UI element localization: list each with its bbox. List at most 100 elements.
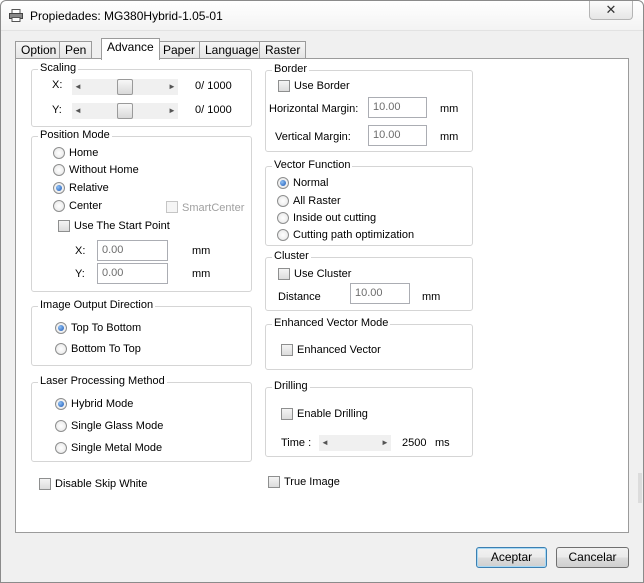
printer-icon: [9, 9, 23, 22]
radio-normal-label: Normal: [293, 177, 329, 189]
radio-cutting-path-optimization-label: Cutting path optimization: [293, 229, 415, 241]
start-y-label: Y:: [75, 268, 85, 280]
radio-all-raster-label: All Raster: [293, 195, 341, 207]
radio-home[interactable]: [53, 147, 65, 159]
use-start-point-checkbox[interactable]: [58, 220, 70, 232]
disable-skip-white-label: Disable Skip White: [55, 478, 148, 490]
radio-relative-label: Relative: [69, 182, 109, 194]
scaling-y-value: 0/ 1000: [195, 104, 232, 116]
use-border-checkbox[interactable]: [278, 80, 290, 92]
title-bar: Propiedades: MG380Hybrid-1.05-01 ✕: [1, 1, 643, 31]
position-mode-group: Position Mode Home Without Home Relative…: [31, 129, 252, 292]
time-label: Time :: [281, 437, 312, 449]
radio-all-raster[interactable]: [277, 195, 289, 207]
advance-panel: Scaling X: ◄ ► 0/ 1000 Y: ◄ ► 0/ 1000 Po…: [15, 58, 629, 533]
disable-skip-white-checkbox[interactable]: [39, 478, 51, 490]
enable-drilling-checkbox[interactable]: [281, 408, 293, 420]
start-x-label: X:: [75, 245, 86, 257]
slider-thumb[interactable]: [117, 79, 133, 95]
radio-single-metal-mode-label: Single Metal Mode: [71, 442, 163, 454]
radio-single-glass-mode[interactable]: [55, 420, 67, 432]
radio-relative[interactable]: [53, 182, 65, 194]
radio-inside-out-cutting-label: Inside out cutting: [293, 212, 377, 224]
properties-dialog: Propiedades: MG380Hybrid-1.05-01 ✕ Optio…: [0, 0, 644, 583]
enable-drilling-label: Enable Drilling: [297, 408, 368, 420]
radio-top-to-bottom[interactable]: [55, 322, 67, 334]
slider-thumb[interactable]: [117, 103, 133, 119]
scaling-legend: Scaling: [38, 62, 79, 74]
slider-left-arrow-icon[interactable]: ◄: [319, 435, 331, 451]
vertical-margin-unit: mm: [440, 131, 459, 143]
image-output-legend: Image Output Direction: [38, 299, 156, 311]
scaling-x-label: X:: [52, 79, 63, 91]
slider-left-arrow-icon[interactable]: ◄: [72, 79, 84, 95]
enhanced-vector-legend: Enhanced Vector Mode: [272, 317, 391, 329]
scaling-group: Scaling X: ◄ ► 0/ 1000 Y: ◄ ► 0/ 1000: [31, 62, 252, 127]
border-legend: Border: [272, 63, 310, 75]
time-value: 2500: [402, 437, 427, 449]
use-start-point-label: Use The Start Point: [74, 220, 170, 232]
distance-input[interactable]: 10.00: [350, 283, 410, 304]
resize-grip[interactable]: [638, 473, 642, 503]
window-title: Propiedades: MG380Hybrid-1.05-01: [30, 9, 223, 23]
slider-right-arrow-icon[interactable]: ►: [166, 79, 178, 95]
vertical-margin-input[interactable]: 10.00: [368, 125, 427, 146]
time-slider[interactable]: ◄ ►: [319, 435, 391, 451]
cluster-group: Cluster Use Cluster Distance 10.00 mm: [265, 250, 473, 311]
radio-normal[interactable]: [277, 177, 289, 189]
drilling-group: Drilling Enable Drilling Time : ◄ ► 2500…: [265, 380, 473, 457]
horizontal-margin-input[interactable]: 10.00: [368, 97, 427, 118]
border-group: Border Use Border Horizontal Margin: 10.…: [265, 63, 473, 152]
enhanced-vector-label: Enhanced Vector: [297, 344, 381, 356]
vertical-margin-label: Vertical Margin:: [275, 131, 351, 143]
start-x-input[interactable]: 0.00: [97, 240, 168, 261]
enhanced-vector-group: Enhanced Vector Mode Enhanced Vector: [265, 317, 473, 370]
scaling-x-slider[interactable]: ◄ ►: [72, 79, 178, 95]
start-x-unit: mm: [192, 245, 211, 257]
radio-cutting-path-optimization[interactable]: [277, 229, 289, 241]
distance-label: Distance: [278, 291, 321, 303]
vector-function-legend: Vector Function: [272, 159, 353, 171]
true-image-checkbox[interactable]: [268, 476, 280, 488]
scaling-y-label: Y:: [52, 104, 62, 116]
use-cluster-checkbox[interactable]: [278, 268, 290, 280]
laser-processing-legend: Laser Processing Method: [38, 375, 167, 387]
distance-unit: mm: [422, 291, 441, 303]
radio-center[interactable]: [53, 200, 65, 212]
close-button[interactable]: ✕: [589, 1, 633, 20]
use-border-label: Use Border: [294, 80, 350, 92]
start-y-unit: mm: [192, 268, 211, 280]
use-cluster-label: Use Cluster: [294, 268, 352, 280]
radio-bottom-to-top-label: Bottom To Top: [71, 343, 141, 355]
drilling-legend: Drilling: [272, 380, 310, 392]
radio-center-label: Center: [69, 200, 103, 212]
smart-center-checkbox: [166, 201, 178, 213]
cancel-button[interactable]: Cancelar: [556, 547, 629, 568]
time-unit: ms: [435, 437, 450, 449]
tab-advance[interactable]: Advance: [101, 38, 160, 60]
image-output-group: Image Output Direction Top To Bottom Bot…: [31, 299, 252, 366]
horizontal-margin-unit: mm: [440, 103, 459, 115]
scaling-y-slider[interactable]: ◄ ►: [72, 103, 178, 119]
radio-without-home-label: Without Home: [69, 164, 139, 176]
smart-center-label: SmartCenter: [182, 202, 245, 214]
enhanced-vector-checkbox[interactable]: [281, 344, 293, 356]
radio-single-glass-mode-label: Single Glass Mode: [71, 420, 164, 432]
slider-right-arrow-icon[interactable]: ►: [379, 435, 391, 451]
true-image-label: True Image: [284, 476, 340, 488]
laser-processing-group: Laser Processing Method Hybrid Mode Sing…: [31, 375, 252, 462]
scaling-x-value: 0/ 1000: [195, 80, 232, 92]
radio-home-label: Home: [69, 147, 99, 159]
radio-inside-out-cutting[interactable]: [277, 212, 289, 224]
slider-left-arrow-icon[interactable]: ◄: [72, 103, 84, 119]
position-mode-legend: Position Mode: [38, 129, 112, 141]
cluster-legend: Cluster: [272, 250, 311, 262]
vector-function-group: Vector Function Normal All Raster Inside…: [265, 159, 473, 246]
start-y-input[interactable]: 0.00: [97, 263, 168, 284]
accept-button[interactable]: Aceptar: [476, 547, 547, 568]
radio-hybrid-mode[interactable]: [55, 398, 67, 410]
radio-single-metal-mode[interactable]: [55, 442, 67, 454]
radio-bottom-to-top[interactable]: [55, 343, 67, 355]
slider-right-arrow-icon[interactable]: ►: [166, 103, 178, 119]
radio-without-home[interactable]: [53, 164, 65, 176]
